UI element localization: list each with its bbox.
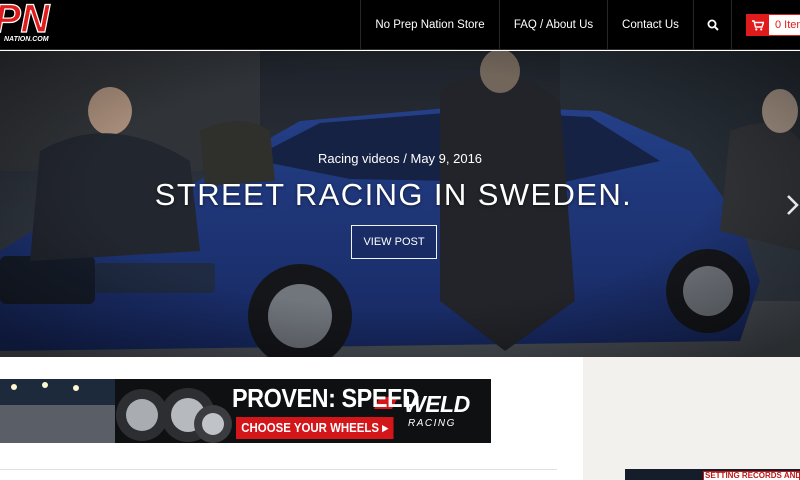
cart-area: 0 Items [731, 0, 800, 50]
hero-date: May 9, 2016 [410, 151, 483, 166]
nav-faq-about[interactable]: FAQ / About Us [499, 0, 607, 50]
nav-contact[interactable]: Contact Us [607, 0, 693, 50]
sidebar-ad-text: SETTING RECORDS AND [705, 471, 800, 480]
logo-graphic: PN NATION.COM [0, 0, 51, 43]
cart-label: 0 Items [775, 19, 800, 31]
weld-racing-banner-ad[interactable]: PROVEN: SPEED CHOOSE YOUR WHEELS ▸ WELD … [0, 379, 491, 443]
view-post-button[interactable]: VIEW POST [351, 225, 437, 259]
chevron-right-small-icon: ▸ [382, 420, 388, 435]
logo-subtext: NATION.COM [4, 36, 49, 43]
hero-meta-separator: / [403, 151, 407, 166]
nav-store-label: No Prep Nation Store [375, 19, 485, 31]
site-header: PN NATION.COM No Prep Nation Store FAQ /… [0, 0, 800, 50]
ad-cta[interactable]: CHOOSE YOUR WHEELS ▸ [236, 417, 394, 439]
chevron-right-icon [787, 195, 799, 215]
hero-slider[interactable]: Racing videos / May 9, 2016 STREET RACIN… [0, 51, 800, 357]
cart-button[interactable]: 0 Items [746, 14, 800, 36]
sidebar-ad[interactable]: SETTING RECORDS AND [625, 469, 800, 480]
ad-brand-sub: RACING [408, 418, 456, 429]
search-button[interactable] [693, 0, 731, 50]
ad-headline: PROVEN: SPEED [232, 383, 419, 413]
cart-icon [747, 15, 769, 35]
hero-post-meta: Racing videos / May 9, 2016 [0, 151, 800, 166]
nav-store[interactable]: No Prep Nation Store [360, 0, 499, 50]
hero-title[interactable]: STREET RACING IN SWEDEN. [0, 177, 787, 213]
sidebar [583, 357, 800, 480]
nav-contact-label: Contact Us [622, 19, 679, 31]
hero-category-link[interactable]: Racing videos [318, 151, 400, 166]
site-logo[interactable]: PN NATION.COM [0, 0, 70, 44]
nav-faq-label: FAQ / About Us [513, 19, 594, 31]
ad-brand-logo: WELD [404, 391, 470, 417]
content-divider [0, 469, 557, 470]
slider-next-button[interactable] [786, 193, 800, 217]
logo-mark: PN [0, 0, 51, 41]
ad-cta-label: CHOOSE YOUR WHEELS [241, 420, 380, 435]
search-icon [707, 19, 719, 31]
